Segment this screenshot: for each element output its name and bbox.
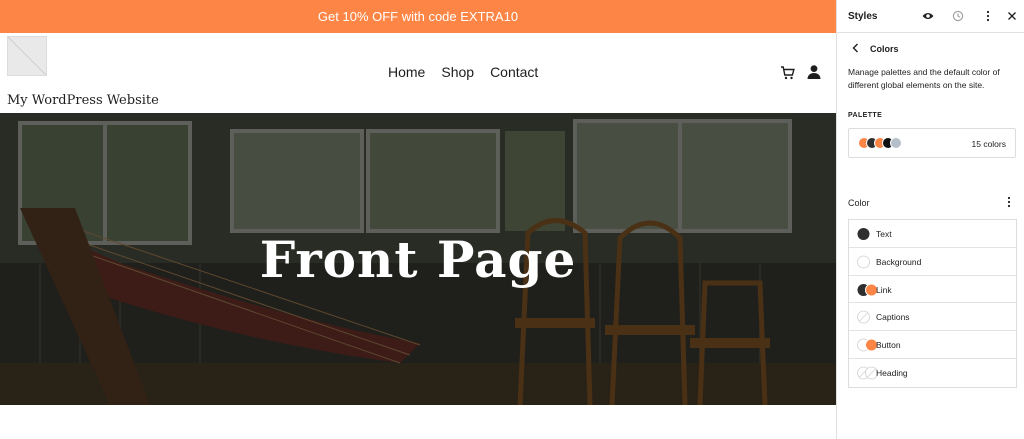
color-element-heading[interactable]: Heading [849, 359, 1016, 387]
color-element-label: Background [876, 256, 922, 267]
site-title[interactable]: My WordPress Website [7, 93, 159, 108]
colors-description: Manage palettes and the default color of… [848, 67, 1000, 90]
eye-icon[interactable] [921, 9, 935, 23]
color-element-label: Text [876, 229, 892, 239]
color-element-label: Heading [876, 367, 908, 378]
color-element-link[interactable]: Link [849, 276, 1016, 304]
hero-title[interactable]: Front Page [0, 113, 836, 405]
nav-item-shop[interactable]: Shop [441, 64, 474, 80]
color-element-text[interactable]: Text [849, 220, 1016, 248]
revisions-icon[interactable] [951, 9, 965, 23]
color-elements-list: Text Background Link Captions Button Hea… [848, 219, 1017, 388]
main-navigation: Home Shop Contact [388, 64, 538, 80]
color-element-label: Link [876, 284, 892, 295]
panel-header: Styles [837, 0, 1024, 33]
color-more-options-icon[interactable] [1003, 196, 1015, 208]
logo-placeholder-icon [8, 37, 46, 75]
cart-icon[interactable] [780, 65, 796, 81]
styles-sidebar: Styles Colors Manage palettes and the de… [836, 0, 1024, 439]
back-chevron-icon[interactable] [850, 42, 862, 54]
promo-banner: Get 10% OFF with code EXTRA10 [0, 0, 836, 33]
color-section-label: Color [848, 198, 870, 208]
color-element-captions[interactable]: Captions [849, 303, 1016, 332]
page-content-area [0, 405, 836, 439]
account-icon[interactable] [806, 64, 822, 80]
color-element-label: Button [876, 340, 901, 351]
palette-label: PALETTE [848, 112, 883, 119]
color-element-button[interactable]: Button [849, 331, 1016, 359]
promo-text: Get 10% OFF with code EXTRA10 [317, 9, 519, 24]
panel-title: Styles [848, 11, 878, 22]
close-icon[interactable] [1005, 9, 1019, 23]
more-options-icon[interactable] [981, 9, 995, 23]
site-preview-canvas: Get 10% OFF with code EXTRA10 Home Shop … [0, 0, 836, 439]
palette-count: 15 colors [971, 139, 1007, 149]
hero-cover: Front Page [0, 113, 836, 405]
color-element-label: Captions [876, 312, 910, 323]
site-header: Home Shop Contact My WordPress Website [0, 33, 836, 113]
palette-swatch [890, 137, 902, 149]
site-logo-placeholder[interactable] [7, 36, 47, 76]
color-element-background[interactable]: Background [849, 248, 1016, 276]
palette-button[interactable]: 15 colors [848, 128, 1016, 158]
nav-item-home[interactable]: Home [388, 64, 425, 80]
nav-item-contact[interactable]: Contact [490, 64, 538, 80]
colors-heading: Colors [870, 44, 899, 54]
